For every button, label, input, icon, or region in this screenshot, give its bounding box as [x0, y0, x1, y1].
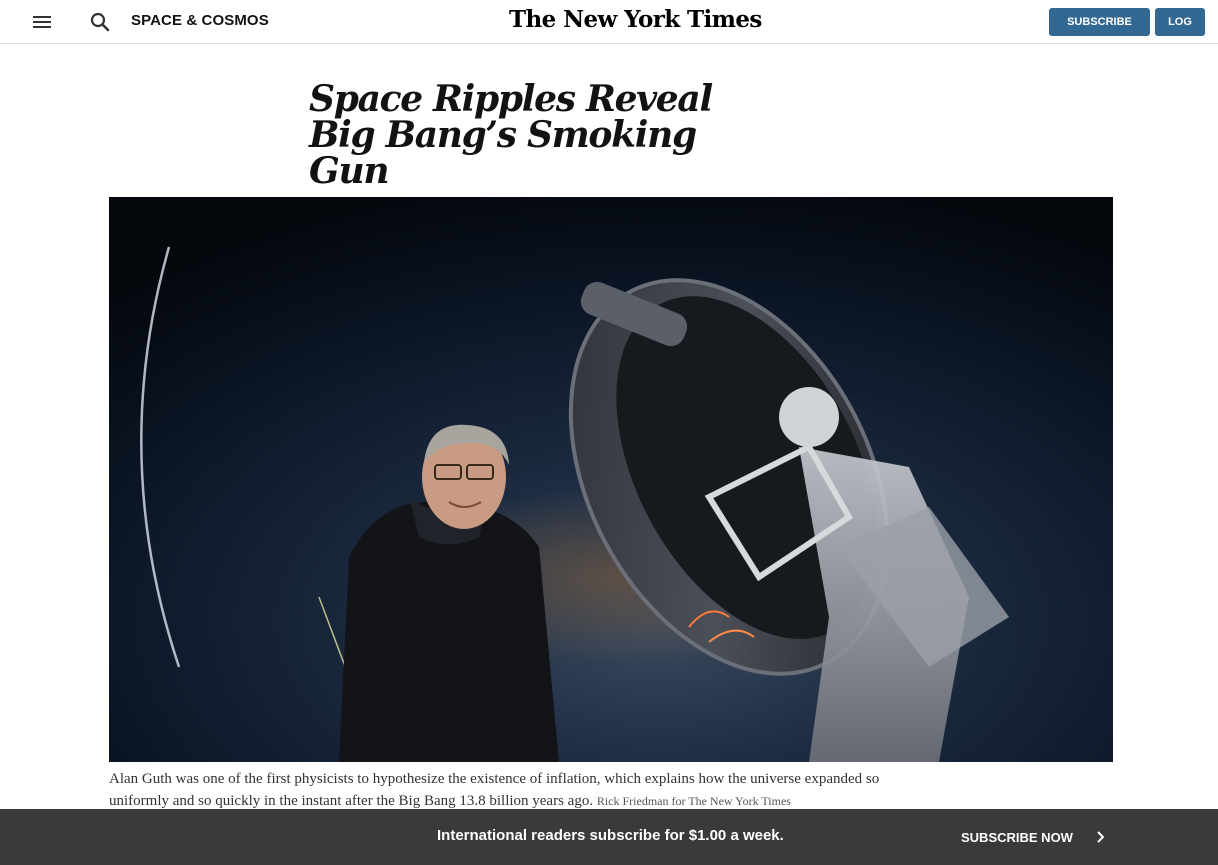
photo-credit: Rick Friedman for The New York Times — [596, 794, 791, 808]
headline-line-2: Big Bang’s Smoking Gun — [309, 114, 697, 192]
lead-photo — [109, 197, 1113, 762]
subscribe-button[interactable]: SUBSCRIBE NOW — [1049, 8, 1150, 56]
chevron-right-icon — [1097, 831, 1105, 843]
dock-subscribe-label: SUBSCRIBE NOW — [961, 829, 1073, 845]
search-icon[interactable] — [88, 10, 112, 34]
hamburger-menu-icon[interactable] — [31, 13, 53, 31]
article-headline: Space Ripples Reveal Big Bang’s Smoking … — [309, 81, 749, 189]
photo-caption: Alan Guth was one of the first physicist… — [109, 768, 939, 812]
dock-subscribe-link[interactable]: SUBSCRIBE NOW — [961, 827, 1107, 847]
login-button[interactable]: LOG IN — [1155, 8, 1205, 56]
dock-message: International readers subscribe for $1.0… — [437, 827, 784, 844]
nyt-logo[interactable]: The New York Times — [509, 6, 762, 33]
masthead: SPACE & COSMOS The New York Times SUBSCR… — [0, 0, 1218, 56]
subscription-dock: International readers subscribe for $1.0… — [0, 809, 1218, 865]
section-link[interactable]: SPACE & COSMOS — [131, 12, 269, 29]
